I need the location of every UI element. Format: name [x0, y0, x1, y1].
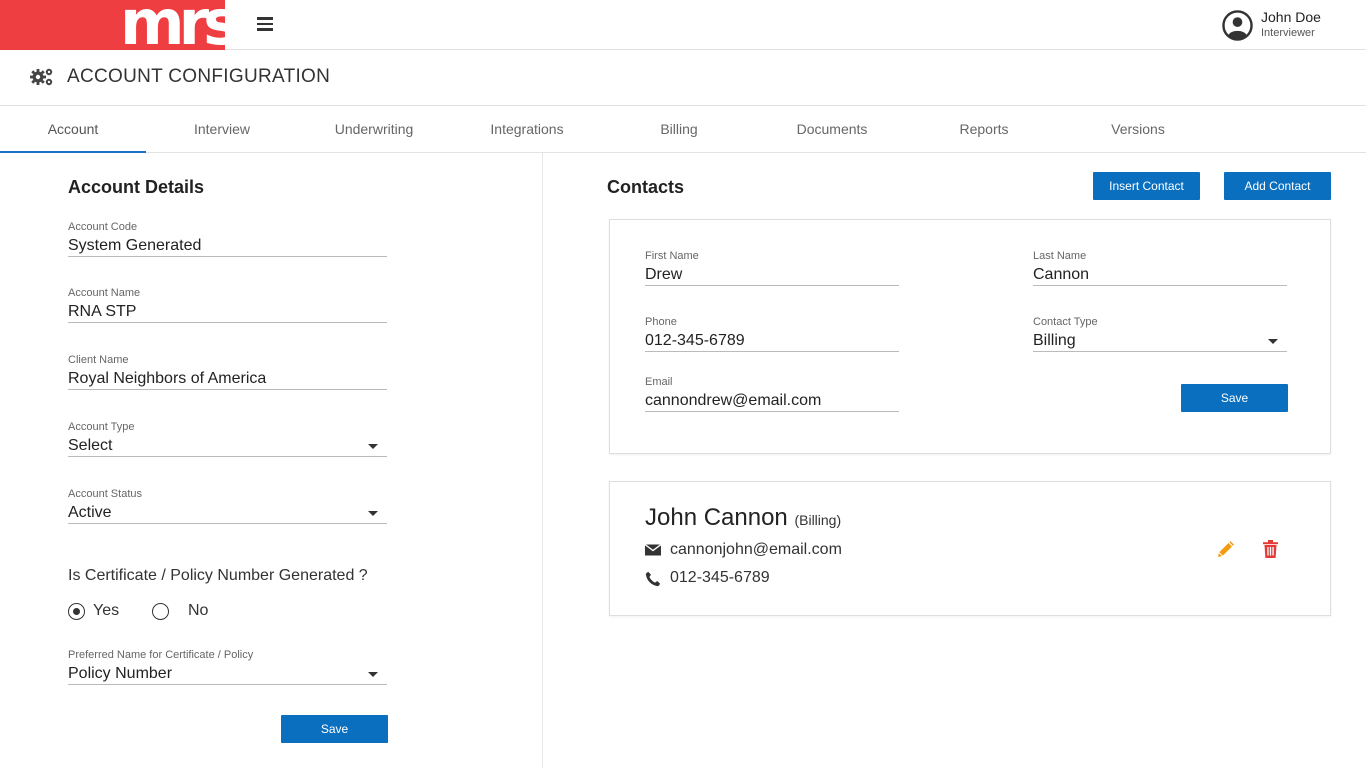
client-name-field[interactable]: Client Name Royal Neighbors of America [68, 354, 387, 390]
contact-form-card: First Name Drew Last Name Cannon Phone 0… [609, 219, 1331, 454]
account-save-button[interactable]: Save [281, 715, 388, 743]
contact-phone: 012-345-6789 [670, 569, 770, 586]
tab-versions[interactable]: Versions [1065, 106, 1211, 153]
contact-name: John Cannon [645, 504, 788, 531]
user-role: Interviewer [1261, 27, 1315, 39]
tab-account[interactable]: Account [0, 106, 146, 153]
account-status-label: Account Status [68, 488, 142, 500]
account-code-field[interactable]: Account Code System Generated [68, 221, 387, 257]
account-status-select[interactable]: Active [68, 502, 387, 524]
client-name-input[interactable]: Royal Neighbors of America [68, 368, 387, 390]
column-divider [542, 153, 543, 768]
trash-icon[interactable] [1263, 540, 1278, 558]
account-code-label: Account Code [68, 221, 138, 233]
client-name-label: Client Name [68, 354, 129, 366]
logo-text: mrs [120, 0, 225, 50]
tab-interview[interactable]: Interview [149, 106, 295, 153]
tab-integrations[interactable]: Integrations [454, 106, 600, 153]
contact-name-row: John Cannon (Billing) [645, 504, 841, 532]
tab-documents[interactable]: Documents [759, 106, 905, 153]
first-name-input[interactable]: Drew [645, 264, 899, 286]
last-name-field[interactable]: Last Name Cannon [1033, 250, 1287, 286]
preferred-name-select[interactable]: Policy Number [68, 663, 387, 685]
account-status-value: Active [68, 504, 112, 521]
caret-down-icon[interactable] [368, 672, 378, 677]
envelope-icon [645, 543, 661, 556]
preferred-name-value: Policy Number [68, 665, 173, 682]
page-header: ACCOUNT CONFIGURATION [0, 50, 1366, 106]
radio-no[interactable]: No [152, 601, 212, 623]
contact-save-button[interactable]: Save [1181, 384, 1288, 412]
email-label: Email [645, 376, 673, 388]
pencil-icon[interactable] [1217, 541, 1234, 558]
user-avatar-icon [1222, 10, 1253, 41]
brand-logo[interactable]: mrs [0, 0, 225, 50]
account-name-field[interactable]: Account Name RNA STP [68, 287, 387, 323]
account-type-label: Account Type [68, 421, 135, 433]
preferred-name-field[interactable]: Preferred Name for Certificate / Policy … [68, 649, 387, 685]
page-title: ACCOUNT CONFIGURATION [67, 66, 331, 87]
account-details-title: Account Details [68, 177, 205, 197]
contacts-title: Contacts [607, 177, 685, 197]
email-input[interactable]: cannondrew@email.com [645, 390, 899, 412]
account-type-value: Select [68, 437, 113, 454]
account-code-value[interactable]: System Generated [68, 235, 387, 257]
radio-yes[interactable]: Yes [68, 601, 128, 623]
radio-no-circle[interactable] [152, 603, 169, 620]
insert-contact-button[interactable]: Insert Contact [1093, 172, 1200, 200]
gears-icon [30, 68, 53, 86]
contact-type-label: Contact Type [1033, 316, 1098, 328]
account-name-label: Account Name [68, 287, 141, 299]
account-name-input[interactable]: RNA STP [68, 301, 387, 323]
tab-billing[interactable]: Billing [606, 106, 752, 153]
first-name-field[interactable]: First Name Drew [645, 250, 899, 286]
hamburger-icon[interactable] [257, 17, 273, 31]
caret-down-icon[interactable] [1268, 339, 1278, 344]
account-type-select[interactable]: Select [68, 435, 387, 457]
first-name-label: First Name [645, 250, 699, 262]
certificate-question: Is Certificate / Policy Number Generated… [68, 567, 368, 584]
last-name-label: Last Name [1033, 250, 1087, 262]
last-name-input[interactable]: Cannon [1033, 264, 1287, 286]
radio-yes-circle[interactable] [68, 603, 85, 620]
contact-list-item: John Cannon (Billing) cannonjohn@email.c… [609, 481, 1331, 616]
radio-yes-label: Yes [93, 602, 120, 619]
caret-down-icon[interactable] [368, 511, 378, 516]
contact-type-badge: (Billing) [794, 512, 842, 528]
top-bar: mrs John Doe Interviewer [0, 0, 1366, 50]
email-field[interactable]: Email cannondrew@email.com [645, 376, 899, 412]
phone-icon [645, 571, 661, 587]
phone-field[interactable]: Phone 012-345-6789 [645, 316, 899, 352]
contact-type-select[interactable]: Billing [1033, 330, 1287, 352]
radio-no-label: No [188, 602, 209, 619]
phone-input[interactable]: 012-345-6789 [645, 330, 899, 352]
caret-down-icon[interactable] [368, 444, 378, 449]
phone-label: Phone [645, 316, 677, 328]
contact-type-value: Billing [1033, 332, 1076, 349]
contact-email: cannonjohn@email.com [670, 541, 842, 558]
tab-bar: Account Interview Underwriting Integrati… [0, 106, 1366, 153]
account-type-field[interactable]: Account Type Select [68, 421, 387, 457]
preferred-name-label: Preferred Name for Certificate / Policy [68, 649, 254, 661]
tab-reports[interactable]: Reports [911, 106, 1057, 153]
account-status-field[interactable]: Account Status Active [68, 488, 387, 524]
add-contact-button[interactable]: Add Contact [1224, 172, 1331, 200]
contact-type-field[interactable]: Contact Type Billing [1033, 316, 1287, 352]
tab-underwriting[interactable]: Underwriting [301, 106, 447, 153]
user-name: John Doe [1261, 9, 1321, 25]
